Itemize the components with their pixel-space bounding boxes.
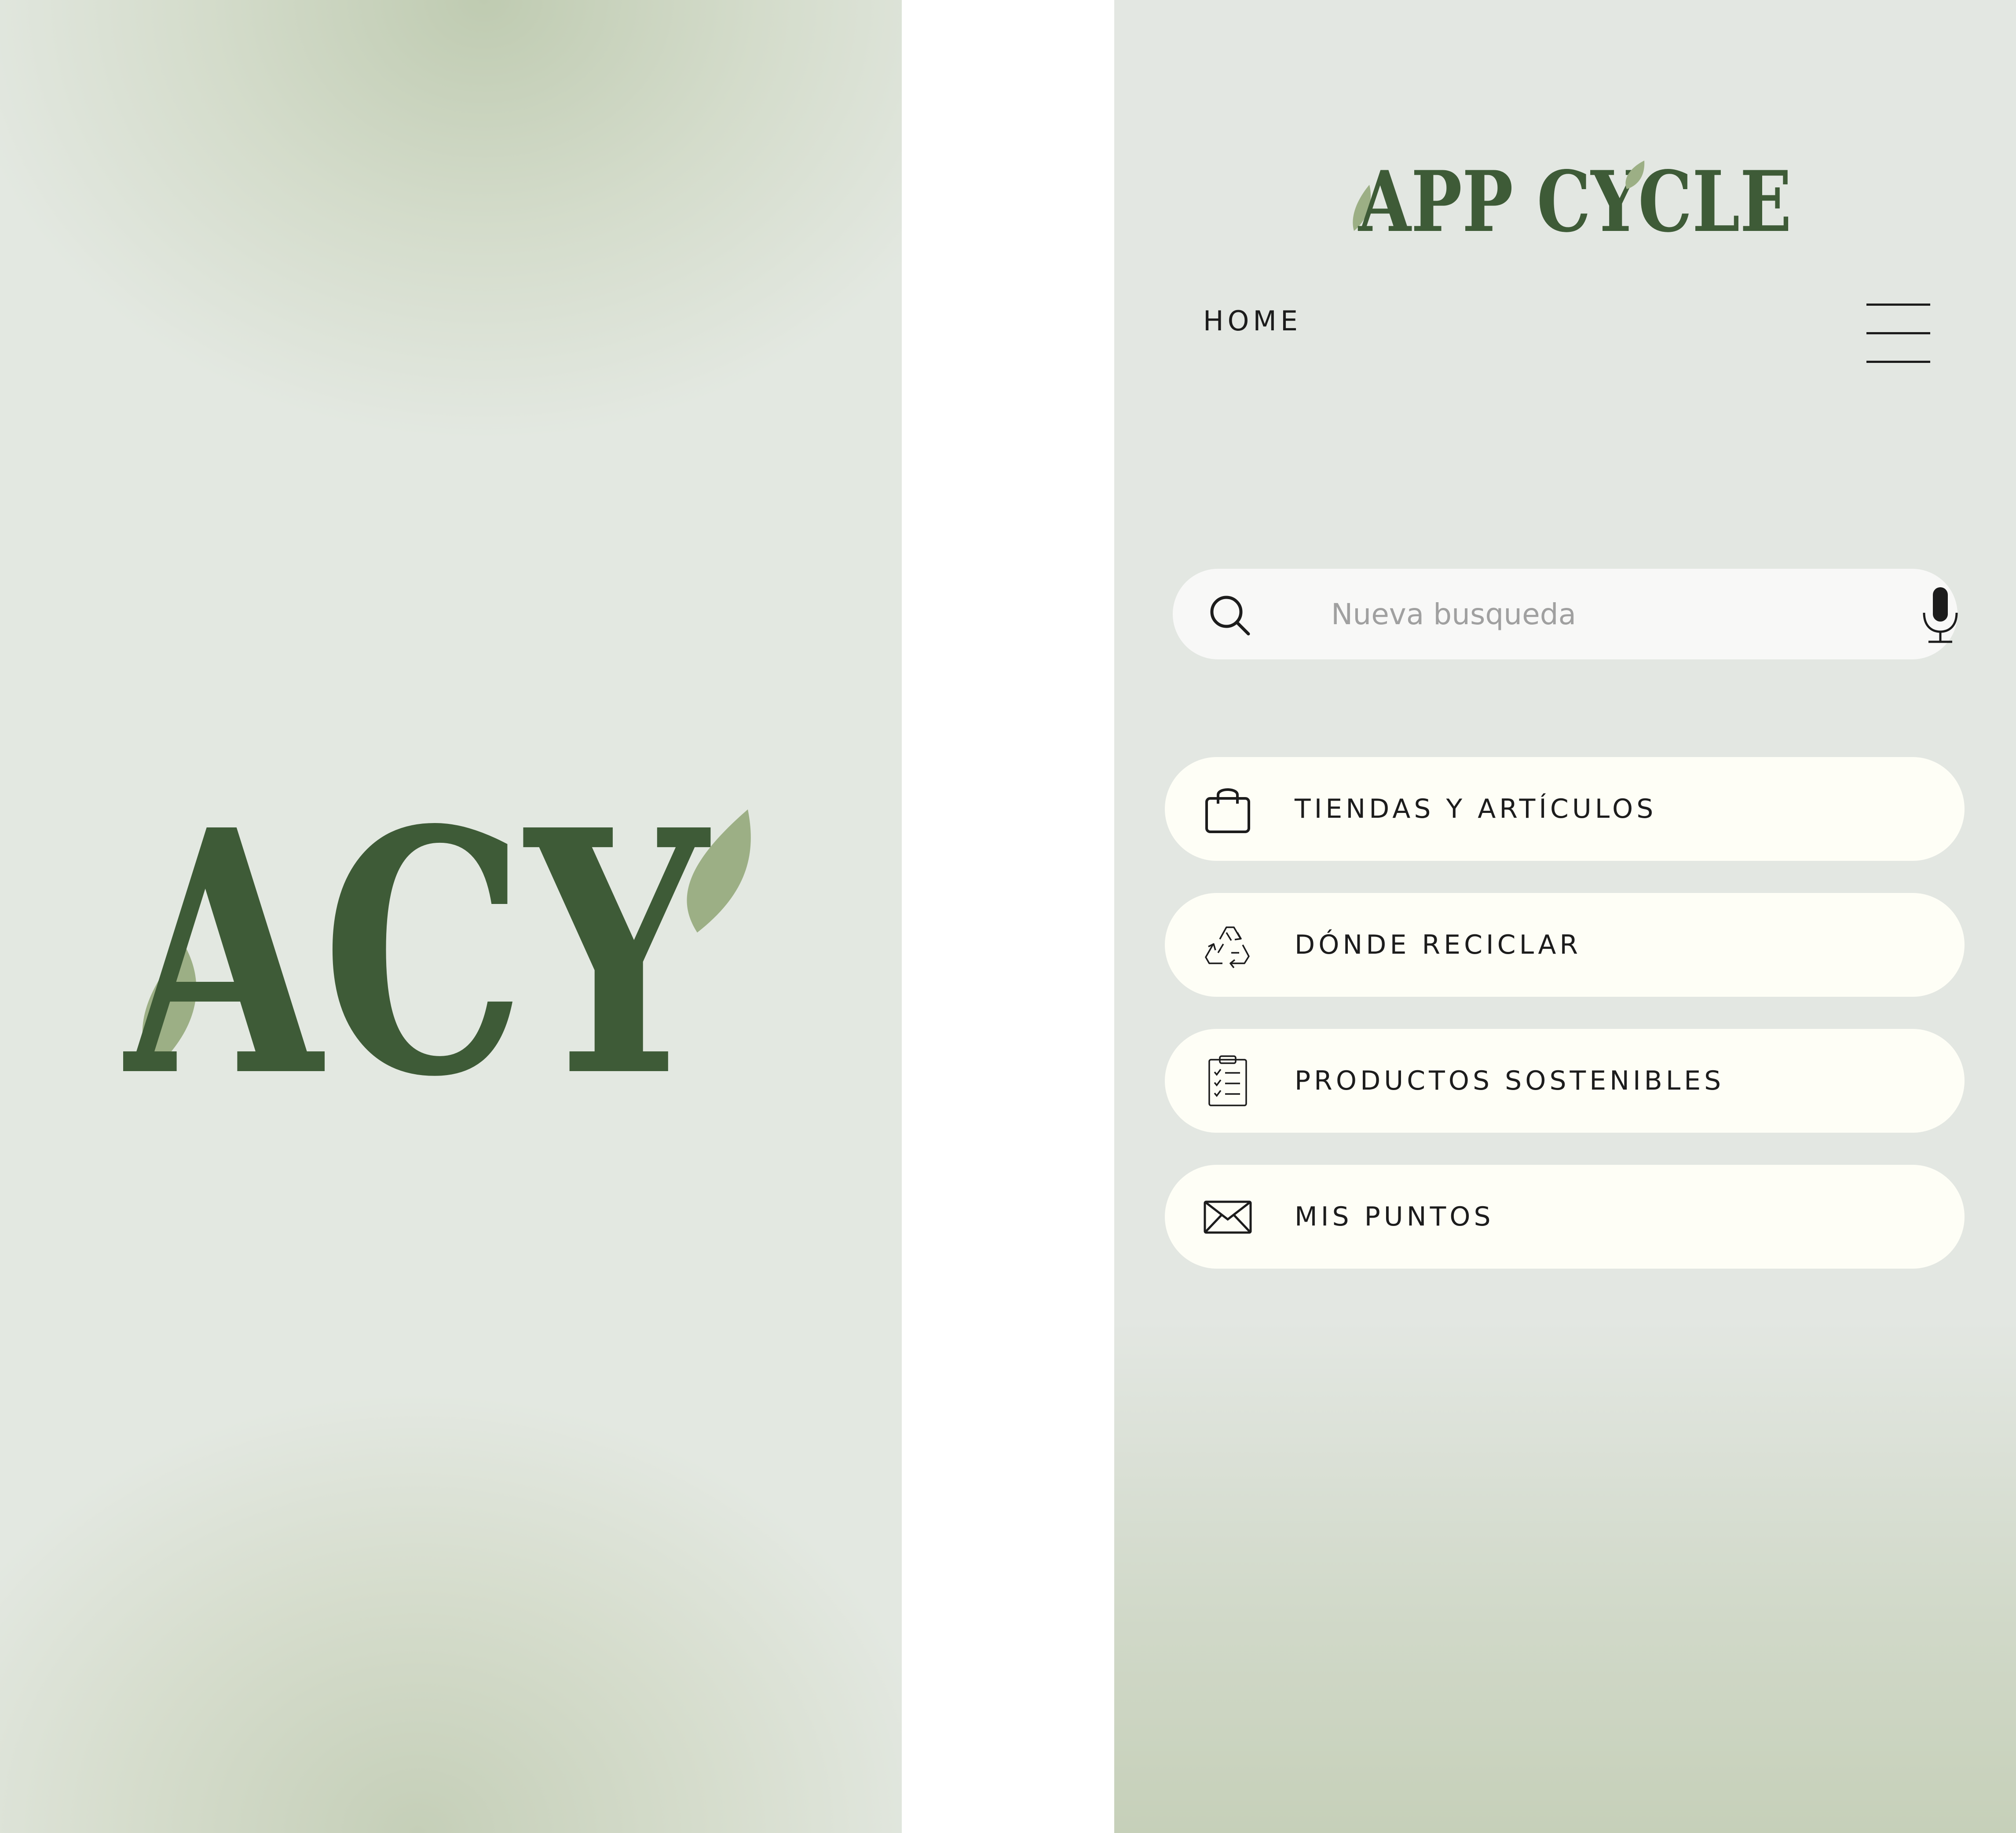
hamburger-menu-icon[interactable] <box>1866 304 1932 365</box>
home-screen: APP CYCLE HOME TIENDAS Y ARTÍCULOS <box>1114 0 2016 1833</box>
menu-item-label: DÓNDE RECICLAR <box>1295 929 1582 960</box>
menu-item-donde-reciclar[interactable]: DÓNDE RECICLAR <box>1165 893 1965 997</box>
page-title: HOME <box>1203 305 1302 337</box>
splash-screen: ACY <box>0 0 902 1833</box>
menu-item-tiendas[interactable]: TIENDAS Y ARTÍCULOS <box>1165 757 1965 861</box>
splash-logo-text: ACY <box>123 801 713 1082</box>
menu-item-label: MIS PUNTOS <box>1295 1201 1494 1232</box>
envelope-icon <box>1204 1200 1252 1234</box>
search-bar[interactable] <box>1173 569 1958 659</box>
clipboard-checklist-icon <box>1208 1055 1247 1106</box>
menu-item-label: TIENDAS Y ARTÍCULOS <box>1295 794 1657 824</box>
menu-item-productos-sostenibles[interactable]: PRODUCTOS SOSTENIBLES <box>1165 1029 1965 1133</box>
menu-item-label: PRODUCTOS SOSTENIBLES <box>1295 1065 1725 1096</box>
brand-title: APP CYCLE <box>1357 158 1792 238</box>
search-input[interactable] <box>1331 583 1894 645</box>
splash-logo: ACY <box>123 801 751 1082</box>
microphone-icon[interactable] <box>1916 586 1965 644</box>
shopping-bag-icon <box>1205 788 1250 833</box>
recycle-icon <box>1205 926 1250 969</box>
search-icon[interactable] <box>1208 593 1252 637</box>
menu-item-mis-puntos[interactable]: MIS PUNTOS <box>1165 1165 1965 1269</box>
brand-logo: APP CYCLE <box>1353 158 1792 238</box>
